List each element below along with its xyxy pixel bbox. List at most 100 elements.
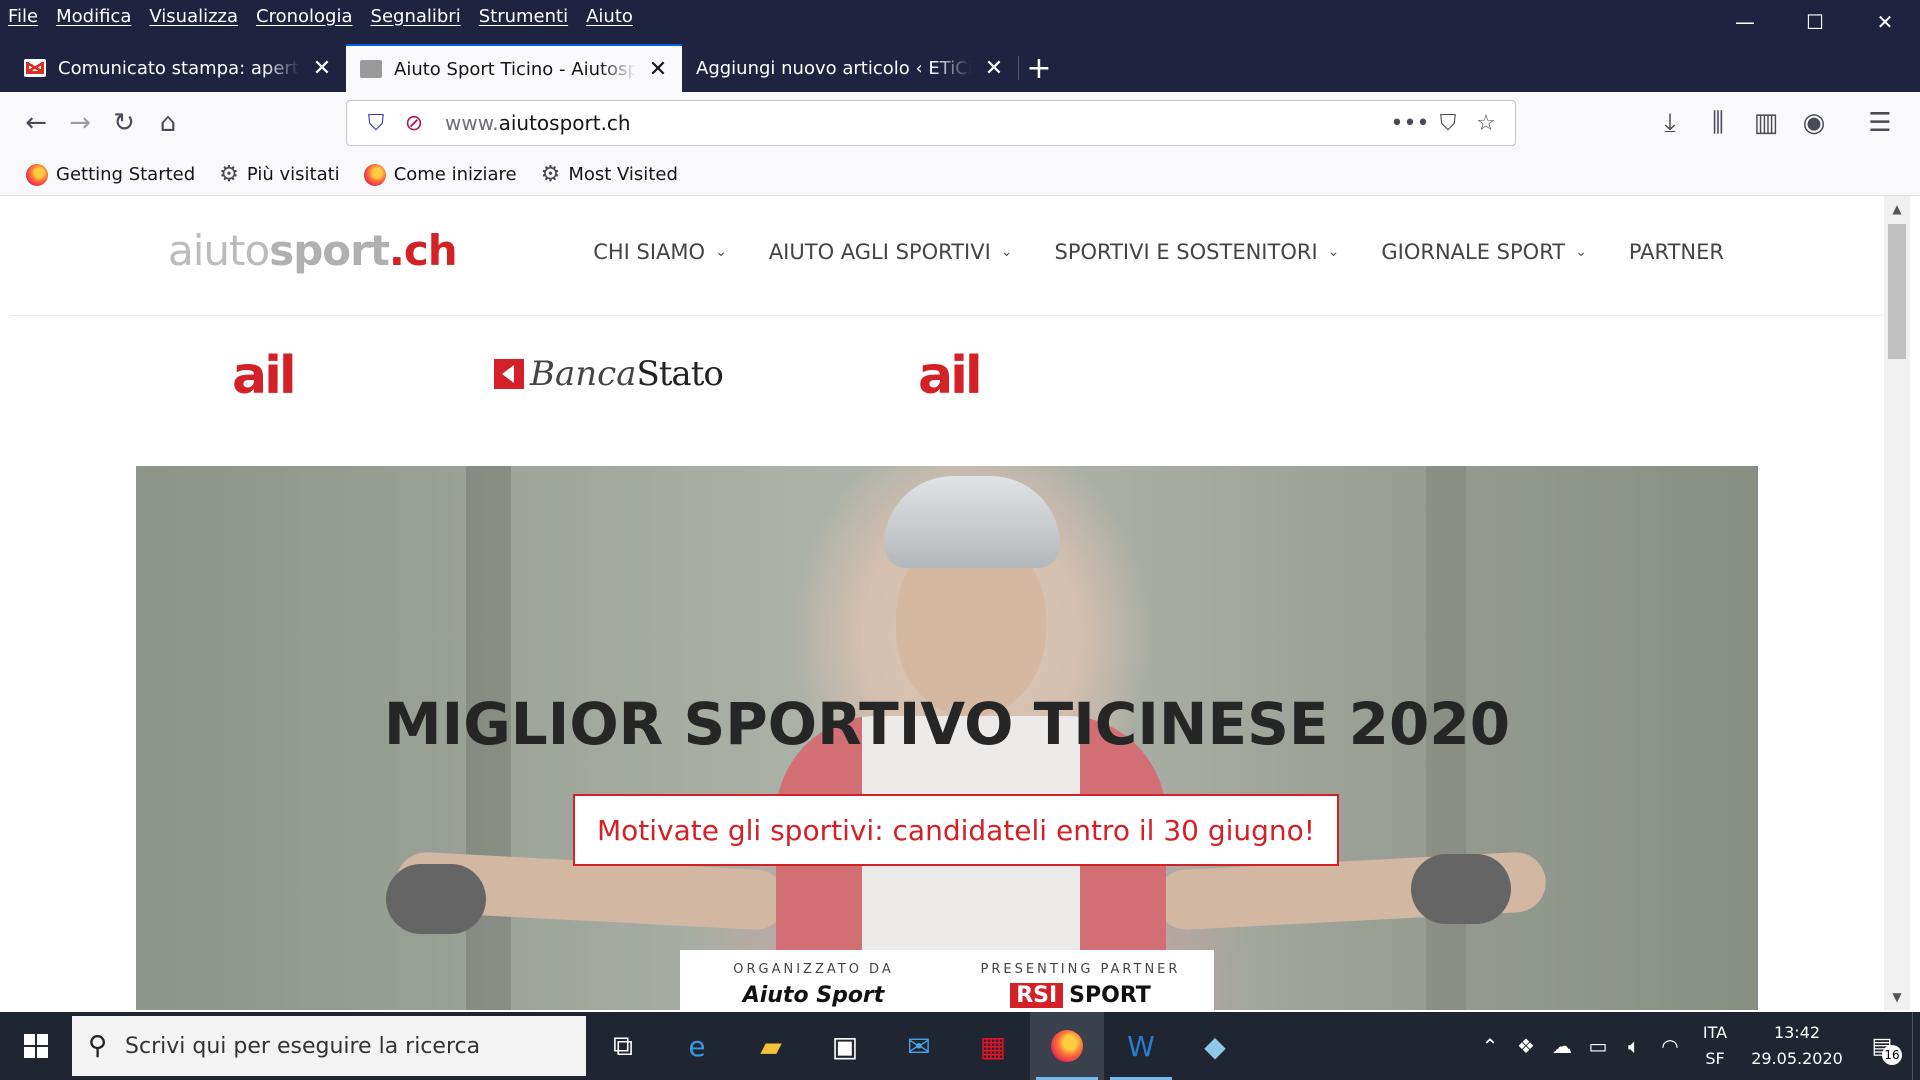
- bancastato-text-1: Banca: [530, 354, 637, 394]
- onedrive-icon[interactable]: ☁: [1544, 1034, 1580, 1058]
- start-button[interactable]: [0, 1012, 72, 1080]
- partner-column: PRESENTING PARTNER RSI SPORT: [947, 950, 1214, 1010]
- notification-count: 16: [1882, 1044, 1902, 1065]
- menu-button[interactable]: ☰: [1858, 101, 1902, 145]
- hero-title: MIGLIOR SPORTIVO TICINESE 2020: [383, 690, 1511, 758]
- menu-file[interactable]: File: [8, 6, 38, 27]
- menu-visualizza[interactable]: Visualizza: [149, 6, 238, 27]
- clock[interactable]: 13:42 29.05.2020: [1742, 1020, 1852, 1072]
- tab-aiutosport[interactable]: Aiuto Sport Ticino - Aiutosport.ch ✕: [346, 44, 682, 92]
- chevron-up-icon[interactable]: ⌃: [1472, 1034, 1508, 1058]
- browser-window: File Modifica Visualizza Cronologia Segn…: [0, 0, 1920, 1012]
- tab-eticinforma[interactable]: Aggiungi nuovo articolo ‹ ETiCinforma ✕: [682, 44, 1018, 92]
- battery-icon[interactable]: ▭: [1580, 1034, 1616, 1058]
- tab-gmail[interactable]: Comunicato stampa: aperte le candidature…: [10, 44, 346, 92]
- menu-bar: File Modifica Visualizza Cronologia Segn…: [8, 0, 633, 32]
- close-tab-icon[interactable]: ✕: [648, 57, 668, 82]
- language-indicator[interactable]: ITA SF: [1688, 1020, 1742, 1072]
- page-scrollbar[interactable]: ▲ ▼: [1884, 196, 1910, 1010]
- download-icon: ⤓: [1664, 107, 1676, 138]
- menu-modifica[interactable]: Modifica: [56, 6, 131, 27]
- task-view-icon[interactable]: ⧉: [586, 1012, 660, 1080]
- organizer-column: ORGANIZZATO DA Aiuto Sport: [680, 950, 947, 1010]
- minimize-button[interactable]: —: [1710, 0, 1780, 44]
- scrollbar-thumb[interactable]: [1888, 224, 1906, 359]
- store-icon[interactable]: ▣: [808, 1012, 882, 1080]
- sponsor-ail-logo[interactable]: ail: [232, 346, 297, 406]
- account-icon: ◉: [1802, 108, 1826, 138]
- file-explorer-icon[interactable]: ▰: [734, 1012, 808, 1080]
- firefox-icon: [363, 163, 386, 186]
- nav-aiuto-agli-sportivi[interactable]: AIUTO AGLI SPORTIVI ⌄: [769, 240, 1013, 264]
- gift-icon[interactable]: ▦: [956, 1012, 1030, 1080]
- url-bar[interactable]: ⛉ ⊘ www.aiutosport.ch ••• ⛉ ☆: [346, 100, 1516, 146]
- shield-icon[interactable]: ⛉: [357, 104, 395, 142]
- sponsor-bancastato-logo[interactable]: Banca Stato: [494, 354, 724, 394]
- nav-giornale-sport[interactable]: GIORNALE SPORT ⌄: [1381, 240, 1586, 264]
- sidebar-button[interactable]: ▥: [1744, 101, 1788, 145]
- language-code: ITA: [1702, 1023, 1728, 1042]
- nav-sportivi-e-sostenitori[interactable]: SPORTIVI E SOSTENITORI ⌄: [1055, 240, 1340, 264]
- menu-strumenti[interactable]: Strumenti: [479, 6, 568, 27]
- pocket-icon[interactable]: ⛉: [1429, 104, 1467, 142]
- nav-partner[interactable]: PARTNER: [1629, 240, 1724, 264]
- hero-organizer-badge: ORGANIZZATO DA Aiuto Sport PRESENTING PA…: [680, 950, 1214, 1010]
- library-button[interactable]: ⫼: [1696, 101, 1740, 145]
- library-icon: ⫼: [1712, 107, 1724, 138]
- gmail-icon: [24, 59, 46, 77]
- gear-icon: ⚙: [219, 162, 239, 187]
- forward-button[interactable]: →: [58, 101, 102, 145]
- taskbar-search-box[interactable]: ⚲ Scrivi qui per eseguire la ricerca: [72, 1016, 586, 1076]
- clock-time: 13:42: [1773, 1023, 1821, 1042]
- chevron-down-icon: ⌄: [715, 244, 727, 260]
- hero-banner[interactable]: MIGLIOR SPORTIVO TICINESE 2020 Motivate …: [136, 466, 1758, 1010]
- menu-cronologia[interactable]: Cronologia: [256, 6, 352, 27]
- maximize-button[interactable]: ☐: [1780, 0, 1850, 44]
- edge-icon[interactable]: e: [660, 1012, 734, 1080]
- show-desktop-button[interactable]: [1912, 1012, 1920, 1080]
- bookmark-getting-started[interactable]: Getting Started: [26, 163, 195, 186]
- url-text[interactable]: www.aiutosport.ch: [445, 111, 1391, 135]
- dropbox-icon[interactable]: ❖: [1508, 1034, 1544, 1058]
- close-tab-icon[interactable]: ✕: [984, 56, 1004, 81]
- logo-part-sport: sport: [269, 226, 390, 275]
- keyboard-layout: SF: [1705, 1049, 1725, 1068]
- mail-icon[interactable]: ✉: [882, 1012, 956, 1080]
- account-button[interactable]: ◉: [1792, 101, 1836, 145]
- new-tab-button[interactable]: +: [1019, 44, 1059, 92]
- bookmark-most-visited[interactable]: ⚙ Most Visited: [541, 162, 678, 187]
- page-actions-icon[interactable]: •••: [1391, 104, 1430, 142]
- bancastato-text-2: Stato: [636, 354, 723, 394]
- hero-cta-button[interactable]: Motivate gli sportivi: candidateli entro…: [573, 794, 1339, 866]
- scroll-down-icon[interactable]: ▼: [1884, 984, 1910, 1010]
- chevron-down-icon: ⌄: [1575, 244, 1587, 260]
- insecure-lock-icon[interactable]: ⊘: [395, 104, 433, 142]
- reload-icon: ↻: [113, 108, 135, 138]
- bookmark-piu-visitati[interactable]: ⚙ Più visitati: [219, 162, 340, 187]
- bookmark-come-iniziare[interactable]: Come iniziare: [363, 163, 517, 186]
- pen-app-icon[interactable]: ◆: [1178, 1012, 1252, 1080]
- nav-chi-siamo[interactable]: CHI SIAMO ⌄: [593, 240, 727, 264]
- menu-segnalibri[interactable]: Segnalibri: [371, 6, 461, 27]
- site-logo[interactable]: aiutosport.ch: [168, 226, 458, 275]
- action-center-button[interactable]: ▤ 16: [1852, 1034, 1912, 1065]
- scroll-up-icon[interactable]: ▲: [1884, 196, 1910, 222]
- word-icon[interactable]: W: [1104, 1012, 1178, 1080]
- close-window-button[interactable]: ✕: [1850, 0, 1920, 44]
- downloads-button[interactable]: ⤓: [1648, 101, 1692, 145]
- rsi-logo-text: RSI: [1010, 983, 1064, 1008]
- bancastato-mark-icon: [494, 359, 524, 389]
- sponsor-ail-logo[interactable]: ail: [918, 346, 983, 406]
- home-button[interactable]: ⌂: [146, 101, 190, 145]
- firefox-icon: [26, 163, 48, 186]
- bookmark-star-icon[interactable]: ☆: [1467, 104, 1505, 142]
- menu-aiuto[interactable]: Aiuto: [586, 6, 633, 27]
- reload-button[interactable]: ↻: [102, 101, 146, 145]
- firefox-icon: [1051, 1030, 1083, 1062]
- bookmark-label: Più visitati: [246, 164, 340, 185]
- back-button[interactable]: ←: [14, 101, 58, 145]
- firefox-taskbar-icon[interactable]: [1030, 1012, 1104, 1080]
- wifi-icon[interactable]: ◠: [1652, 1034, 1688, 1058]
- close-tab-icon[interactable]: ✕: [312, 56, 332, 81]
- volume-icon[interactable]: 🔈︎: [1616, 1034, 1652, 1058]
